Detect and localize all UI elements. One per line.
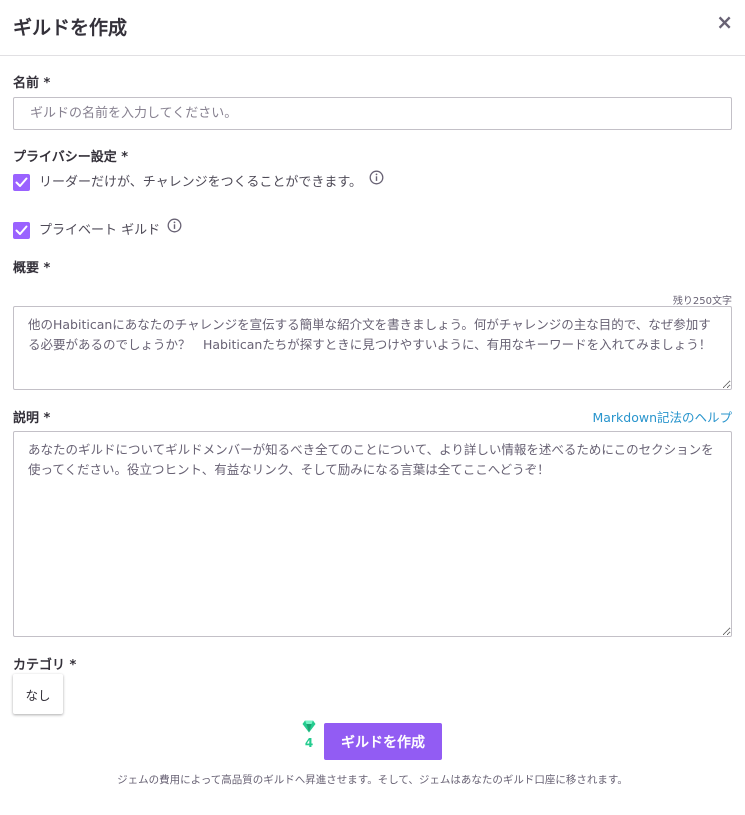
gem-cost-count: 4 <box>304 736 314 750</box>
description-label: 説明 * <box>13 411 51 426</box>
info-icon[interactable] <box>369 170 384 185</box>
private-guild-checkbox[interactable] <box>13 222 30 239</box>
private-guild-label: プライベート ギルド <box>39 223 161 238</box>
leader-only-challenges-label: リーダーだけが、チャレンジをつくることができます。 <box>39 175 363 190</box>
markdown-help-link[interactable]: Markdown記法のヘルプ <box>592 407 732 426</box>
leader-only-challenges-checkbox[interactable] <box>13 174 30 191</box>
checkmark-icon <box>15 177 28 187</box>
modal-title: ギルドを作成 <box>13 17 128 39</box>
summary-label: 概要 * <box>13 261 51 276</box>
gem-cost-note: ジェムの費用によって高品質のギルドへ昇進させます。そして、ジェムはあなたのギルド… <box>117 774 628 786</box>
checkmark-icon <box>15 225 28 235</box>
private-guild-option: プライベート ギルド <box>13 218 182 239</box>
create-guild-button[interactable]: ギルドを作成 <box>324 723 442 760</box>
name-label: 名前 * <box>13 76 51 91</box>
leader-only-challenges-option: リーダーだけが、チャレンジをつくることができます。 <box>13 170 384 191</box>
close-button[interactable]: × <box>716 12 733 32</box>
description-textarea[interactable] <box>13 431 732 637</box>
modal-header: ギルドを作成 × <box>0 0 745 56</box>
privacy-label: プライバシー設定 * <box>13 150 129 165</box>
guild-name-input[interactable] <box>13 97 732 130</box>
summary-character-counter: 残り250文字 <box>672 296 732 307</box>
gem-cost: 4 <box>299 718 319 750</box>
category-select-button[interactable]: なし <box>13 674 63 714</box>
info-icon[interactable] <box>167 218 182 233</box>
summary-textarea[interactable] <box>13 306 732 390</box>
gem-icon <box>302 720 316 733</box>
category-label: カテゴリ * <box>13 658 77 673</box>
